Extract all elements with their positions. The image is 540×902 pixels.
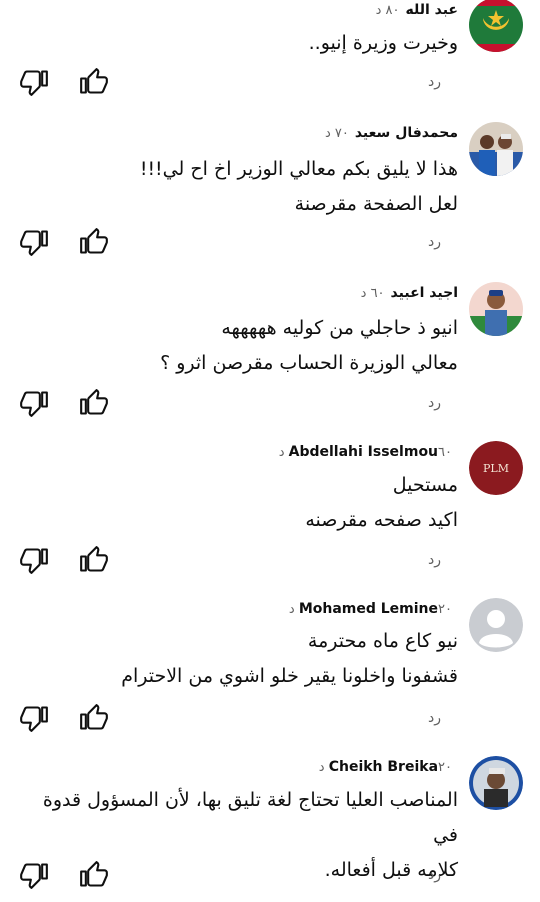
comment-line: هذا لا يليق بكم معالي الوزير اخ اح لي!!! <box>139 158 458 180</box>
comment-header: Mohamed Lemine٢٠ د <box>289 600 458 619</box>
comment-actions: رد <box>0 389 540 419</box>
comment-line: اكيد صفحه مقرصنه <box>305 509 458 531</box>
comment-text: هذا لا يليق بكم معالي الوزير اخ اح لي!!!… <box>140 152 458 222</box>
dislike-button[interactable] <box>20 389 48 417</box>
thumbs-down-icon <box>20 230 48 256</box>
comment-line: لعل الصفحة مقرصنة <box>294 193 458 215</box>
author-name[interactable]: Abdellahi Isselmou <box>289 444 438 460</box>
thumbs-down-icon <box>20 548 48 574</box>
thumbs-down-icon <box>20 863 48 889</box>
thumbs-up-icon <box>80 704 108 730</box>
thumbs-up-icon <box>80 228 108 254</box>
avatar[interactable] <box>469 598 523 652</box>
avatar[interactable] <box>469 122 523 176</box>
comment-actions: رد <box>0 861 540 891</box>
comment-time: ٦٠ د <box>360 286 385 301</box>
comment-header: اجيد اعبيد ٦٠ د <box>361 284 458 303</box>
reply-button[interactable]: رد <box>428 710 441 726</box>
comment-header: Cheikh Breika٢٠ د <box>319 758 458 777</box>
like-button[interactable] <box>80 546 108 574</box>
comment-time: ٨٠ د <box>375 3 400 18</box>
like-button[interactable] <box>80 704 108 732</box>
thumbs-up-icon <box>80 546 108 572</box>
author-name[interactable]: اجيد اعبيد <box>391 285 458 301</box>
comment-line: وخيرت وزيرة إنيو.. <box>308 32 458 54</box>
reply-button[interactable]: رد <box>428 234 441 250</box>
comment-line: المناصب العليا تحتاج لغة تليق بها، لأن ا… <box>42 789 458 846</box>
dislike-button[interactable] <box>20 546 48 574</box>
comments-feed: عبد الله ٨٠ د وخيرت وزيرة إنيو.. رد محمدف… <box>0 0 540 902</box>
comment-actions: رد <box>0 704 540 734</box>
comment-text: مستحيل اكيد صفحه مقرصنه <box>305 468 458 538</box>
thumbs-down-icon <box>20 70 48 96</box>
comment-header: محمدفال سعيد ٧٠ د <box>325 124 458 143</box>
like-button[interactable] <box>80 389 108 417</box>
thumbs-up-icon <box>80 861 108 887</box>
avatar[interactable]: PLM <box>469 441 523 495</box>
avatar[interactable] <box>469 756 523 810</box>
like-button[interactable] <box>80 861 108 889</box>
reply-button[interactable]: رد <box>428 552 441 568</box>
comment-line: معالي الوزيرة الحساب مقرصن اثرو ؟ <box>160 352 458 374</box>
dislike-button[interactable] <box>20 68 48 96</box>
author-name[interactable]: Mohamed Lemine <box>299 601 438 617</box>
reply-button[interactable]: رد <box>428 74 441 90</box>
thumbs-down-icon <box>20 391 48 417</box>
comment-actions: رد <box>0 546 540 576</box>
avatar-initials: PLM <box>483 462 509 475</box>
comment-line: مستحيل <box>392 474 458 496</box>
like-button[interactable] <box>80 68 108 96</box>
author-name[interactable]: Cheikh Breika <box>329 759 438 775</box>
comment-actions: رد <box>0 228 540 258</box>
dislike-button[interactable] <box>20 704 48 732</box>
author-name[interactable]: محمدفال سعيد <box>355 125 458 141</box>
comment-text: وخيرت وزيرة إنيو.. <box>309 26 458 61</box>
comment-header: Abdellahi Isselmou٦٠ د <box>279 443 458 462</box>
author-name[interactable]: عبد الله <box>406 2 459 18</box>
comment-line: نيو كاع ماه محترمة <box>307 630 458 652</box>
avatar[interactable] <box>469 0 523 52</box>
comment-time: ٧٠ د <box>324 126 349 141</box>
reply-button[interactable]: رد <box>428 867 441 883</box>
dislike-button[interactable] <box>20 861 48 889</box>
avatar[interactable] <box>469 282 523 336</box>
comment-header: عبد الله ٨٠ د <box>376 1 458 20</box>
thumbs-up-icon <box>80 68 108 94</box>
thumbs-down-icon <box>20 706 48 732</box>
dislike-button[interactable] <box>20 228 48 256</box>
comment-text: انيو ذ حاجلي من كوليه هههههه معالي الوزي… <box>160 311 458 381</box>
comment-line: انيو ذ حاجلي من كوليه هههههه <box>221 317 458 339</box>
comment-line: قشفونا واخلونا يقير خلو اشوي من الاحترام <box>121 665 458 687</box>
thumbs-up-icon <box>80 389 108 415</box>
reply-button[interactable]: رد <box>428 395 441 411</box>
like-button[interactable] <box>80 228 108 256</box>
comment-actions: رد <box>0 68 540 98</box>
comment-text: نيو كاع ماه محترمة قشفونا واخلونا يقير خ… <box>121 624 458 694</box>
